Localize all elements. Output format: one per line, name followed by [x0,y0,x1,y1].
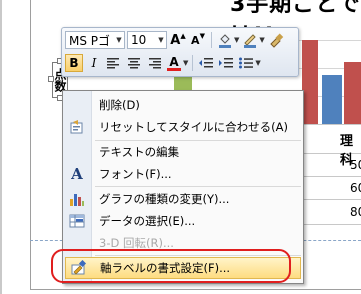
menu-separator [95,186,301,187]
pen-icon [244,34,257,48]
mini-toolbar: MS Pゴ ▼ 10 ▼ A ▲ A ▼ ▼ ▼ B I A ▼ ▼ [61,27,299,77]
menu-item-select-data[interactable]: データの選択(E)... [63,210,303,232]
table-cell: 50 [350,158,361,172]
table-cell: 80 [350,205,361,219]
menu-item-edit-text[interactable]: テキストの編集 [63,141,303,163]
toolbar-separator [192,55,194,71]
table-cell: 60 [350,181,361,195]
italic-button[interactable]: I [85,54,103,72]
font-color-button[interactable]: A [165,54,183,72]
chevron-down-icon[interactable]: ▼ [156,36,166,44]
shrink-font-icon: A [191,33,200,47]
menu-item-change-chart-type[interactable]: グラフの種類の変更(Y)... [63,188,303,210]
chart-bar-red[interactable] [344,62,361,124]
gridline [290,40,361,41]
increase-indent-button[interactable] [217,54,235,72]
paint-bucket-icon [219,34,231,48]
table-divider [296,224,361,225]
format-painter-button[interactable] [267,31,285,49]
chart-bar-blue[interactable] [322,75,342,124]
align-left-button[interactable] [105,54,123,72]
align-center-icon [128,58,140,69]
fill-color-button[interactable] [216,31,234,49]
font-color-icon: A [169,54,179,69]
align-right-icon [149,58,161,69]
chevron-down-icon[interactable]: ▼ [259,36,264,44]
align-center-button[interactable] [125,54,143,72]
menu-item-delete[interactable]: 削除(D) [63,94,303,116]
chart-bar-red[interactable] [302,40,318,124]
data-select-icon [63,213,91,229]
font-size-value: 10 [131,33,147,47]
bold-button[interactable]: B [65,54,83,72]
table-divider [296,124,361,125]
chevron-down-icon[interactable]: ▼ [183,59,188,67]
menu-item-label: リセットしてスタイルに合わせる(A) [99,120,288,134]
bold-icon: B [69,56,79,70]
format-painter-icon [270,33,284,48]
chart-type-icon [63,191,91,207]
bullets-icon [239,57,254,69]
font-icon: A [71,165,83,183]
chevron-down-icon[interactable]: ▼ [234,36,239,44]
menu-item-reset-style[interactable]: リセットしてスタイルに合わせる(A) [63,116,303,138]
shrink-font-button[interactable]: A ▼ [189,31,207,49]
font-color-swatch [167,67,181,71]
grow-font-button[interactable]: A ▲ [169,31,187,49]
table-divider [296,199,361,200]
align-right-button[interactable] [145,54,163,72]
font-name-value: MS Pゴ [69,33,111,48]
annotation-highlight-ring [51,249,291,283]
decrease-indent-icon [199,58,214,68]
font-name-combo[interactable]: MS Pゴ ▼ [65,31,125,49]
menu-item-font[interactable]: A フォント(F)... [63,163,303,185]
bullets-button[interactable] [237,54,255,72]
table-divider [296,176,361,177]
grow-font-icon: A [170,32,181,48]
chevron-down-icon[interactable]: ▼ [255,59,260,67]
menu-item-label: フォント(F)... [99,167,172,181]
increase-indent-icon [219,58,234,68]
italic-icon: I [91,56,97,70]
menu-item-label: テキストの編集 [99,145,180,159]
menu-item-label: データの選択(E)... [99,214,196,228]
line-color-button[interactable] [241,31,259,49]
font-size-combo[interactable]: 10 ▼ [127,31,167,49]
menu-item-label: 削除(D) [99,98,140,112]
chevron-down-icon[interactable]: ▼ [114,36,124,44]
menu-item-label: グラフの種類の変更(Y)... [99,192,230,206]
toolbar-separator [211,32,212,48]
sheet-edge [0,0,2,294]
decrease-indent-button[interactable] [197,54,215,72]
reset-style-icon [63,119,91,135]
resize-handle[interactable] [48,76,54,82]
align-left-icon [107,58,119,69]
